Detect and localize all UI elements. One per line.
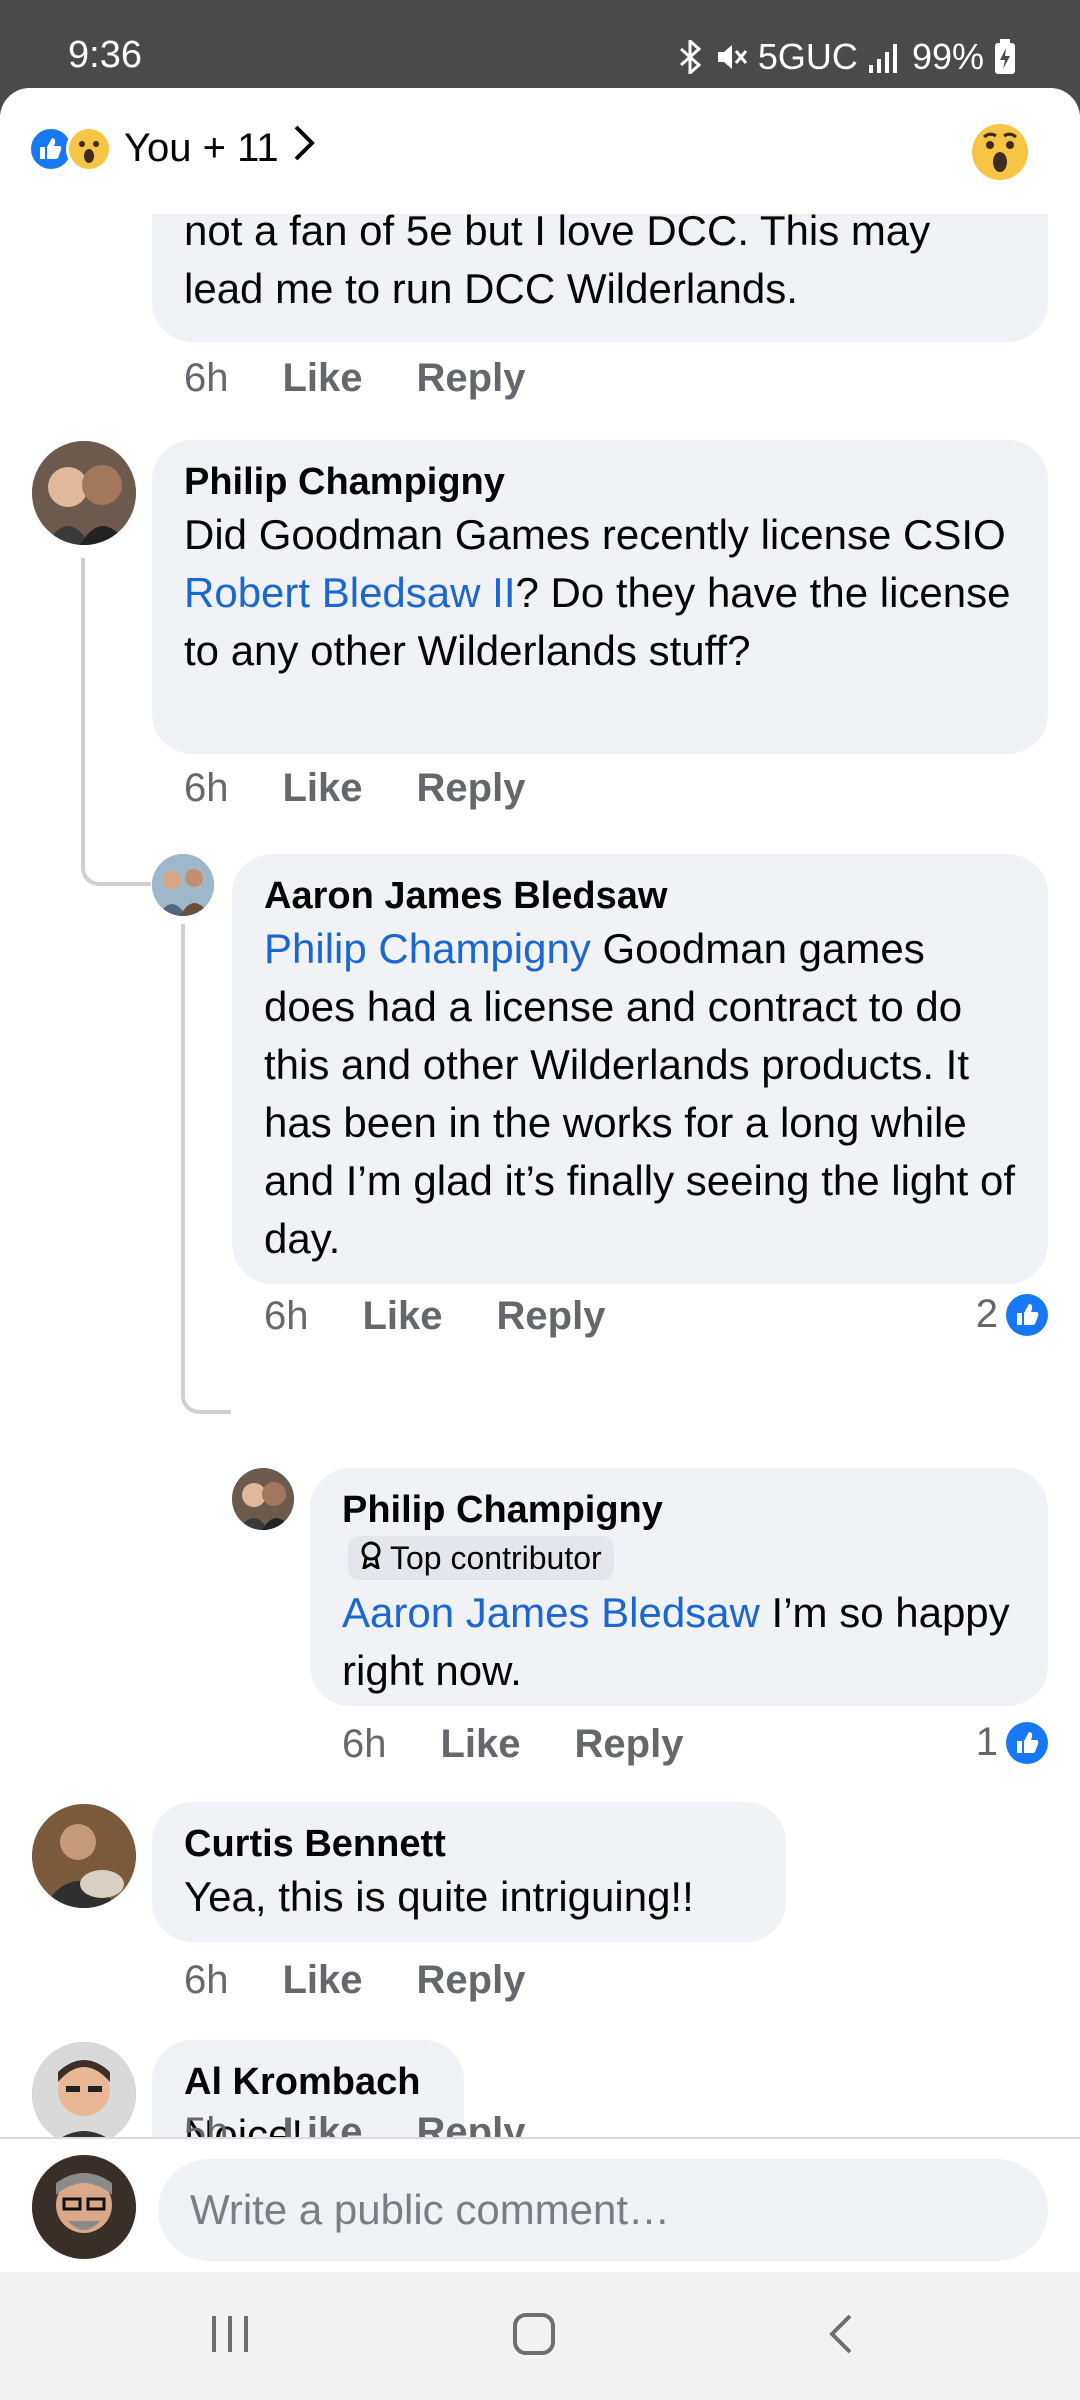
bluetooth-icon xyxy=(678,40,704,74)
recent-apps-button[interactable] xyxy=(208,2312,252,2361)
signal-icon xyxy=(868,41,902,73)
reply-button[interactable]: Reply xyxy=(575,1722,684,1767)
like-button[interactable]: Like xyxy=(283,766,363,811)
comment-bubble[interactable]: Philip Champigny Top contributor Aaron J… xyxy=(310,1468,1048,1706)
like-button[interactable]: Like xyxy=(283,356,363,401)
comment-bubble[interactable]: Aaron James Bledsaw Philip Champigny Goo… xyxy=(232,854,1048,1284)
comment-author[interactable]: Philip Champigny xyxy=(184,458,1016,506)
avatar[interactable] xyxy=(232,1468,294,1530)
avatar[interactable] xyxy=(32,2042,136,2146)
comments-sheet: not a fan of 5e but I love DCC. This may… xyxy=(0,88,1080,2272)
avatar[interactable] xyxy=(32,1804,136,1908)
comment-text-part: Did Goodman Games recently license CSIO xyxy=(184,511,1006,558)
comment-text-part: Goodman games does had a license and con… xyxy=(264,925,1015,1262)
current-user-avatar[interactable] xyxy=(32,2155,136,2259)
reaction-count[interactable]: 2 xyxy=(976,1292,1048,1337)
comment-text: Yea, this is quite intriguing!! xyxy=(184,1873,694,1920)
comment-actions: 6h Like Reply xyxy=(184,356,579,401)
avatar[interactable] xyxy=(32,441,136,545)
reply-button[interactable]: Reply xyxy=(417,766,526,811)
comment-author[interactable]: Philip Champigny xyxy=(342,1486,1016,1534)
comment-actions: 6h Like Reply xyxy=(184,1958,579,2003)
chevron-right-icon xyxy=(293,124,315,172)
reactor-summary[interactable]: You + 11 xyxy=(124,124,315,172)
reply-button[interactable]: Reply xyxy=(417,356,526,401)
reactor-summary-label: You + 11 xyxy=(124,125,279,170)
comment-actions: 6h Like Reply xyxy=(264,1294,659,1339)
reply-button[interactable]: Reply xyxy=(497,1294,606,1339)
thread-connector xyxy=(81,558,151,886)
mention-link[interactable]: Philip Champigny xyxy=(264,925,591,972)
home-button[interactable] xyxy=(512,2312,556,2361)
badge-label: Top contributor xyxy=(390,1540,602,1576)
battery-percent: 99% xyxy=(911,36,984,77)
reaction-icons[interactable] xyxy=(28,126,114,174)
comment-text: Philip Champigny Goodman games does had … xyxy=(264,920,1016,1268)
comment-time[interactable]: 6h xyxy=(184,356,229,401)
mention-link[interactable]: Robert Bledsaw II xyxy=(184,569,516,616)
status-bar: 9:36 5GUC 99% xyxy=(0,0,1080,88)
comment-author[interactable]: Aaron James Bledsaw xyxy=(264,872,1016,920)
mute-icon xyxy=(714,40,748,74)
thread-connector xyxy=(181,924,231,1414)
avatar[interactable] xyxy=(152,854,214,916)
comment-time[interactable]: 6h xyxy=(342,1722,387,1767)
comment-author[interactable]: Curtis Bennett xyxy=(184,1820,754,1868)
like-button[interactable]: Like xyxy=(283,1958,363,2003)
top-contributor-badge[interactable]: Top contributor xyxy=(348,1536,614,1580)
comment-text: Aaron James Bledsaw I’m so happy right n… xyxy=(342,1584,1016,1700)
comment-time[interactable]: 6h xyxy=(184,1958,229,2003)
battery-icon xyxy=(994,39,1016,75)
comment-time[interactable]: 6h xyxy=(184,766,229,811)
comment-bubble[interactable]: Curtis Bennett Yea, this is quite intrig… xyxy=(152,1802,786,1942)
status-time: 9:36 xyxy=(68,34,142,76)
wow-icon xyxy=(66,126,112,172)
comment-input[interactable] xyxy=(158,2159,1048,2261)
comment-time[interactable]: 6h xyxy=(264,1294,309,1339)
comment-bubble[interactable]: Philip Champigny Did Goodman Games recen… xyxy=(152,440,1048,754)
reactions-header: You + 11 xyxy=(0,88,1080,214)
like-button[interactable]: Like xyxy=(363,1294,443,1339)
like-icon xyxy=(1006,1721,1048,1764)
comment-list: not a fan of 5e but I love DCC. This may… xyxy=(0,88,1080,2180)
reaction-count-value: 1 xyxy=(975,1720,998,1764)
wow-reaction-button[interactable] xyxy=(972,124,1028,180)
comment-author[interactable]: Al Krombach xyxy=(184,2058,432,2106)
system-nav-bar xyxy=(0,2272,1080,2400)
comment-composer xyxy=(0,2137,1080,2272)
comment-actions: 6h Like Reply xyxy=(342,1722,737,1767)
back-button[interactable] xyxy=(820,2312,864,2361)
reaction-count-value: 2 xyxy=(975,1292,998,1336)
badge-icon xyxy=(360,1538,382,1578)
comment-text: not a fan of 5e but I love DCC. This may… xyxy=(184,207,931,312)
network-label: 5GUC xyxy=(757,36,858,77)
mention-link[interactable]: Aaron James Bledsaw xyxy=(342,1589,760,1636)
status-icons: 5GUC 99% xyxy=(678,36,1016,78)
reaction-count[interactable]: 1 xyxy=(976,1720,1048,1765)
like-icon xyxy=(1006,1293,1048,1336)
comment-actions: 6h Like Reply xyxy=(184,766,579,811)
reply-button[interactable]: Reply xyxy=(417,1958,526,2003)
comment-text: Did Goodman Games recently license CSIO … xyxy=(184,506,1016,680)
like-button[interactable]: Like xyxy=(441,1722,521,1767)
